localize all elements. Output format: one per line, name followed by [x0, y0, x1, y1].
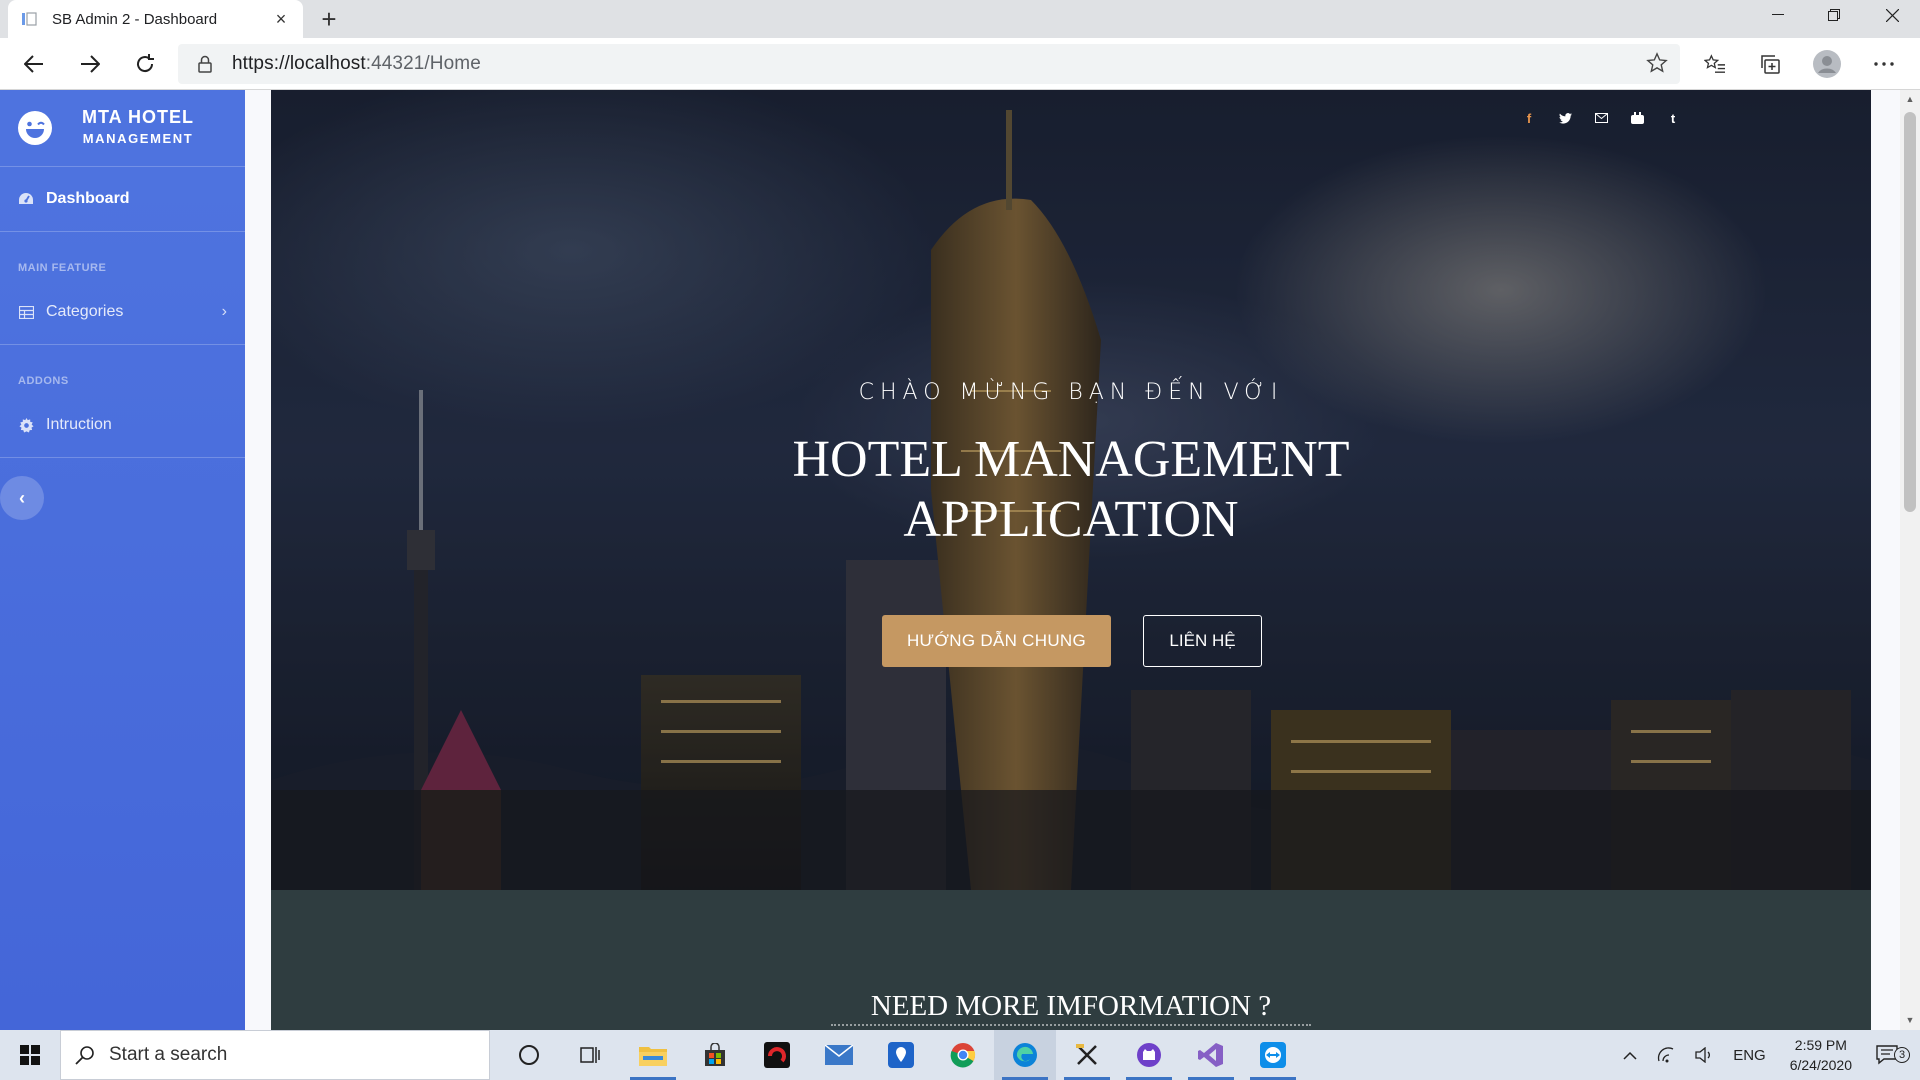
- page-scrollbar[interactable]: ▲ ▼: [1900, 90, 1920, 1030]
- url-path: :44321/Home: [365, 53, 481, 74]
- brand-line-1: MTA HOTEL: [82, 107, 194, 127]
- brand-line-2: MANAGEMENT: [82, 131, 194, 146]
- action-center-icon[interactable]: 3: [1866, 1045, 1920, 1065]
- mail-icon[interactable]: [1593, 110, 1609, 126]
- task-view-icon[interactable]: [560, 1030, 622, 1080]
- welcome-text: CHÀO MỪNG BẠN ĐẾN VỚI: [858, 380, 1284, 405]
- address-bar[interactable]: https://localhost:44321/Home: [178, 44, 1680, 84]
- favorites-icon[interactable]: [1697, 46, 1733, 82]
- windows-start-button[interactable]: [0, 1030, 60, 1080]
- tab-title: SB Admin 2 - Dashboard: [52, 10, 218, 28]
- sidebar-heading: ADDONS: [18, 375, 69, 387]
- laugh-wink-icon: [18, 111, 52, 145]
- sidebar-heading: MAIN FEATURE: [18, 262, 107, 274]
- show-hidden-icons-chevron-icon[interactable]: [1613, 1051, 1647, 1060]
- tachometer-icon: [18, 191, 34, 207]
- clock-date: 6/24/2020: [1789, 1057, 1852, 1073]
- visual-studio-icon[interactable]: [1180, 1030, 1242, 1080]
- cortana-icon[interactable]: [498, 1030, 560, 1080]
- edge-icon[interactable]: [994, 1030, 1056, 1080]
- hero-title-line-1: HOTEL MANAGEMENT: [792, 431, 1350, 488]
- file-explorer-icon[interactable]: [622, 1030, 684, 1080]
- close-window-button[interactable]: [1864, 0, 1920, 30]
- info-section: NEED MORE IMFORMATION ?: [271, 890, 1871, 1030]
- sidebar-divider: [0, 457, 245, 458]
- table-icon: [18, 304, 34, 320]
- contact-button[interactable]: LIÊN HỆ: [1143, 615, 1262, 667]
- sidebar-item-dashboard[interactable]: Dashboard: [0, 167, 245, 231]
- gear-icon: [18, 417, 34, 433]
- page-icon: [20, 10, 38, 28]
- system-tray: ENG 2:59 PM 6/24/2020 3: [1613, 1030, 1920, 1080]
- mail-app-icon[interactable]: [808, 1030, 870, 1080]
- garena-icon[interactable]: [746, 1030, 808, 1080]
- notification-badge: 3: [1894, 1047, 1910, 1063]
- hero-title-line-2: APPLICATION: [903, 491, 1239, 548]
- profile-avatar-icon[interactable]: [1809, 46, 1845, 82]
- more-menu-icon[interactable]: [1866, 46, 1902, 82]
- scroll-up-arrow-icon[interactable]: ▲: [1904, 93, 1916, 105]
- refresh-button[interactable]: [127, 46, 163, 82]
- restore-button[interactable]: [1806, 0, 1862, 30]
- favorite-star-icon[interactable]: [1646, 52, 1668, 79]
- lock-icon: [198, 55, 212, 73]
- youtube-icon[interactable]: [1629, 110, 1645, 126]
- forward-button[interactable]: [72, 46, 108, 82]
- sidebar-item-label: Dashboard: [46, 190, 130, 207]
- language-indicator[interactable]: ENG: [1723, 1047, 1776, 1064]
- social-links: f t: [1521, 110, 1681, 126]
- tumblr-icon[interactable]: t: [1665, 110, 1681, 126]
- url-text: https://localhost:44321/Home: [232, 53, 481, 75]
- sidebar-brand[interactable]: MTA HOTEL MANAGEMENT: [0, 90, 245, 166]
- chevron-left-icon: ‹: [19, 488, 25, 508]
- info-title: NEED MORE IMFORMATION ?: [870, 990, 1272, 1022]
- minimize-button[interactable]: [1750, 0, 1806, 30]
- microsoft-store-icon[interactable]: [684, 1030, 746, 1080]
- close-tab-icon[interactable]: ×: [271, 9, 291, 29]
- maps-icon[interactable]: [870, 1030, 932, 1080]
- search-placeholder: Start a search: [109, 1044, 228, 1065]
- clock-time: 2:59 PM: [1794, 1037, 1847, 1053]
- back-button[interactable]: [16, 46, 52, 82]
- url-host: https://localhost: [232, 53, 366, 74]
- teamviewer-icon[interactable]: [1242, 1030, 1304, 1080]
- sidebar-toggle-button[interactable]: ‹: [0, 476, 44, 520]
- browser-tab-bar: SB Admin 2 - Dashboard × +: [0, 0, 1920, 38]
- hero-banner: f t CHÀO MỪNG BẠN ĐẾN VỚI HOTEL MANAGEME…: [271, 90, 1871, 890]
- github-desktop-icon[interactable]: [1118, 1030, 1180, 1080]
- search-icon: [75, 1046, 94, 1065]
- sidebar-item-label: Intruction: [46, 416, 112, 433]
- scroll-down-arrow-icon[interactable]: ▼: [1904, 1014, 1916, 1026]
- taskbar-clock[interactable]: 2:59 PM 6/24/2020: [1776, 1035, 1866, 1075]
- chrome-icon[interactable]: [932, 1030, 994, 1080]
- taskbar-search-box[interactable]: Start a search: [60, 1030, 490, 1080]
- scroll-thumb[interactable]: [1904, 112, 1916, 512]
- brand-name: MTA HOTEL MANAGEMENT: [82, 106, 194, 150]
- sidebar-item-intruction[interactable]: Intruction: [0, 393, 245, 457]
- sidebar-item-label: Categories: [46, 303, 124, 320]
- windows-taskbar: Start a search ENG 2:59 PM 6/24/2020 3: [0, 1030, 1920, 1080]
- guide-button[interactable]: HƯỚNG DẪN CHUNG: [882, 615, 1111, 667]
- volume-icon[interactable]: [1685, 1047, 1723, 1063]
- wifi-icon[interactable]: [1647, 1047, 1685, 1063]
- twitter-icon[interactable]: [1557, 110, 1573, 126]
- sidebar-item-categories[interactable]: Categories ›: [0, 280, 245, 344]
- browser-toolbar: https://localhost:44321/Home: [0, 38, 1920, 90]
- browser-tab[interactable]: SB Admin 2 - Dashboard ×: [8, 0, 303, 38]
- chevron-right-icon: ›: [221, 303, 227, 320]
- new-tab-button[interactable]: +: [316, 4, 342, 34]
- sidebar: MTA HOTEL MANAGEMENT Dashboard MAIN FEAT…: [0, 90, 245, 1030]
- hero-title: HOTEL MANAGEMENT APPLICATION: [271, 430, 1871, 550]
- facebook-icon[interactable]: f: [1521, 110, 1537, 126]
- collections-icon[interactable]: [1753, 46, 1789, 82]
- snipping-tool-icon[interactable]: [1056, 1030, 1118, 1080]
